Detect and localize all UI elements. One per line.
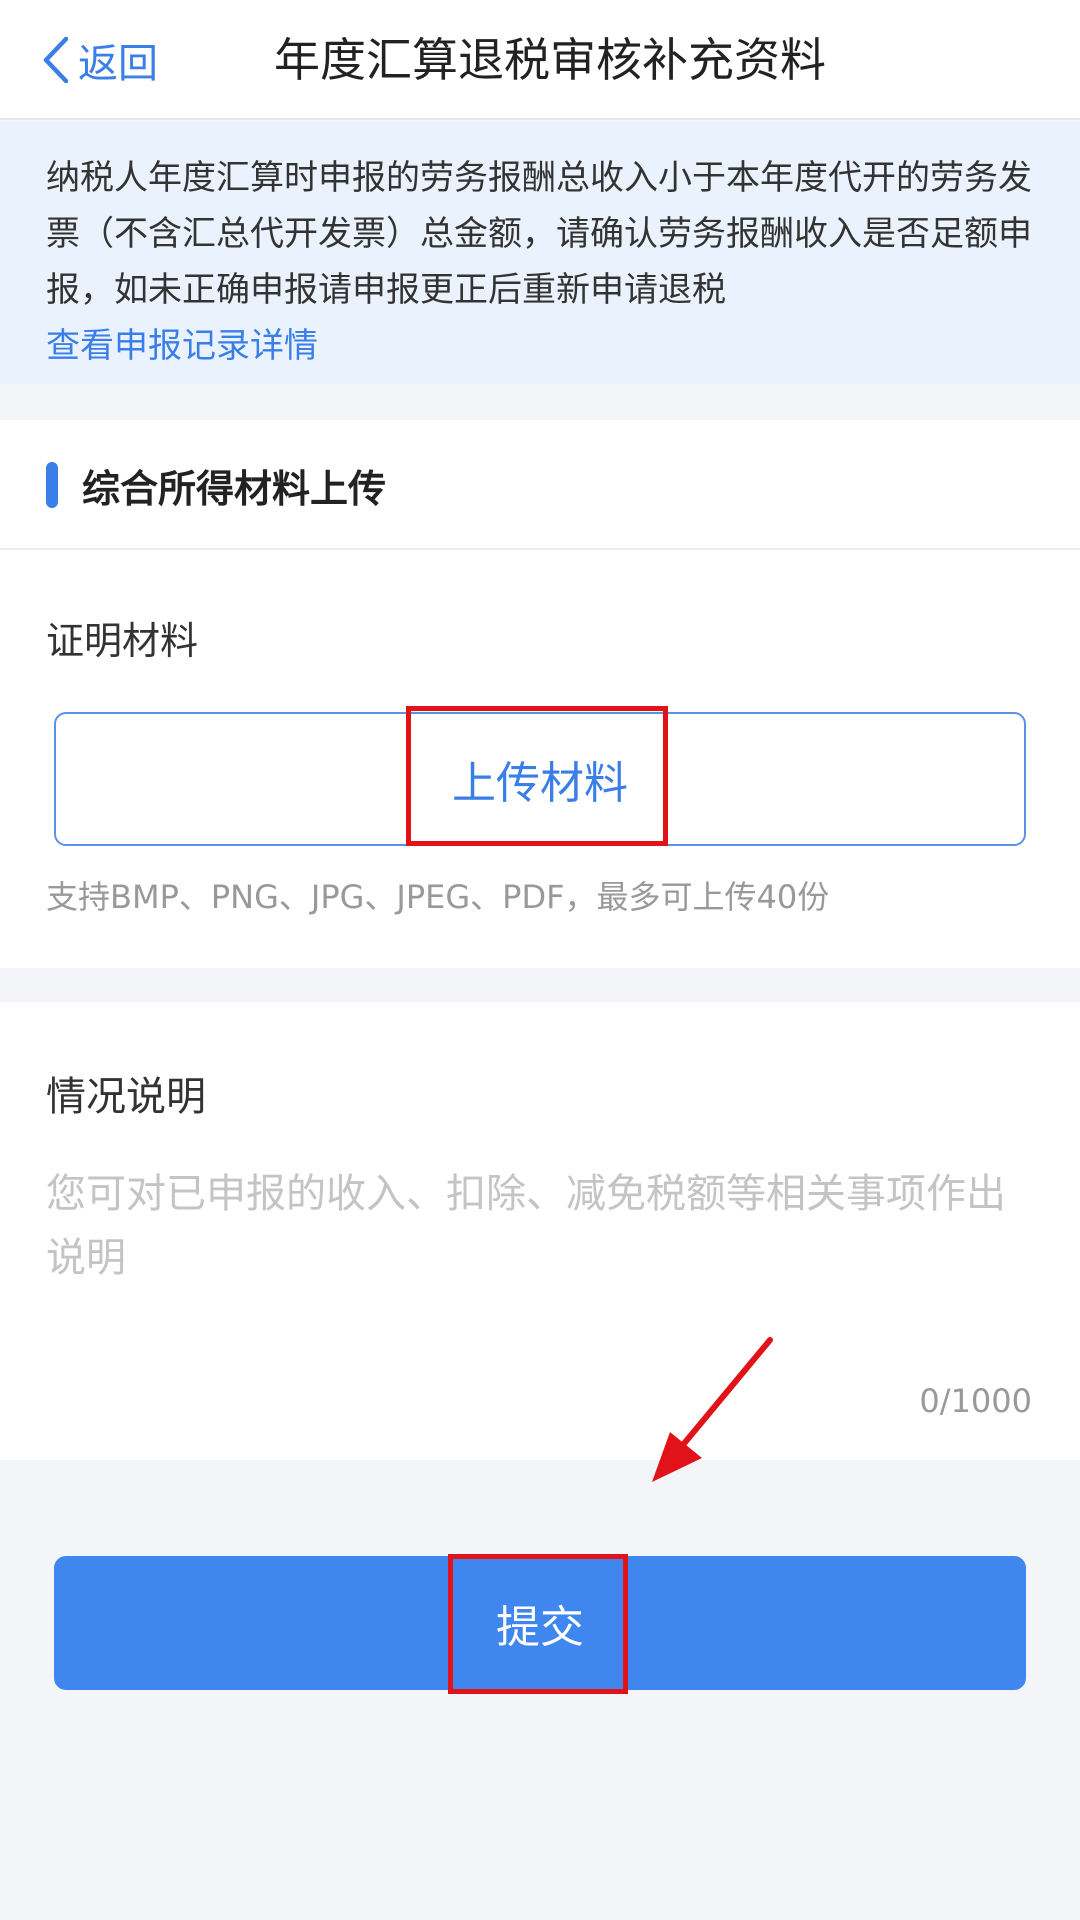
section-header: 综合所得材料上传 — [0, 420, 1080, 550]
description-label: 情况说明 — [46, 1074, 206, 1120]
annotation-highlight-submit — [448, 1554, 628, 1694]
annotation-highlight-upload — [406, 706, 668, 846]
description-input[interactable] — [46, 1162, 1036, 1362]
notice-text: 纳税人年度汇算时申报的劳务报酬总收入小于本年度代开的劳务发票（不含汇总代开发票）… — [46, 158, 1032, 310]
char-counter: 0/1000 — [919, 1382, 1032, 1420]
view-records-link[interactable]: 查看申报记录详情 — [46, 318, 318, 374]
description-section: 情况说明 0/1000 — [0, 1002, 1080, 1460]
annotation-arrow-icon — [652, 1337, 773, 1482]
proof-materials-label: 证明材料 — [46, 619, 199, 663]
upload-hint: 支持BMP、PNG、JPG、JPEG、PDF，最多可上传40份 — [46, 878, 830, 916]
upload-section: 综合所得材料上传 证明材料 上传材料 支持BMP、PNG、JPG、JPEG、PD… — [0, 420, 1080, 968]
app-screen: 返回 年度汇算退税审核补充资料 纳税人年度汇算时申报的劳务报酬总收入小于本年度代… — [0, 0, 1080, 1920]
page-title: 年度汇算退税审核补充资料 — [274, 33, 826, 87]
section-title: 综合所得材料上传 — [82, 467, 387, 511]
notice-banner: 纳税人年度汇算时申报的劳务报酬总收入小于本年度代开的劳务发票（不含汇总代开发票）… — [0, 122, 1080, 384]
nav-header: 返回 年度汇算退税审核补充资料 — [0, 0, 1080, 120]
section-accent-bar — [46, 462, 58, 508]
